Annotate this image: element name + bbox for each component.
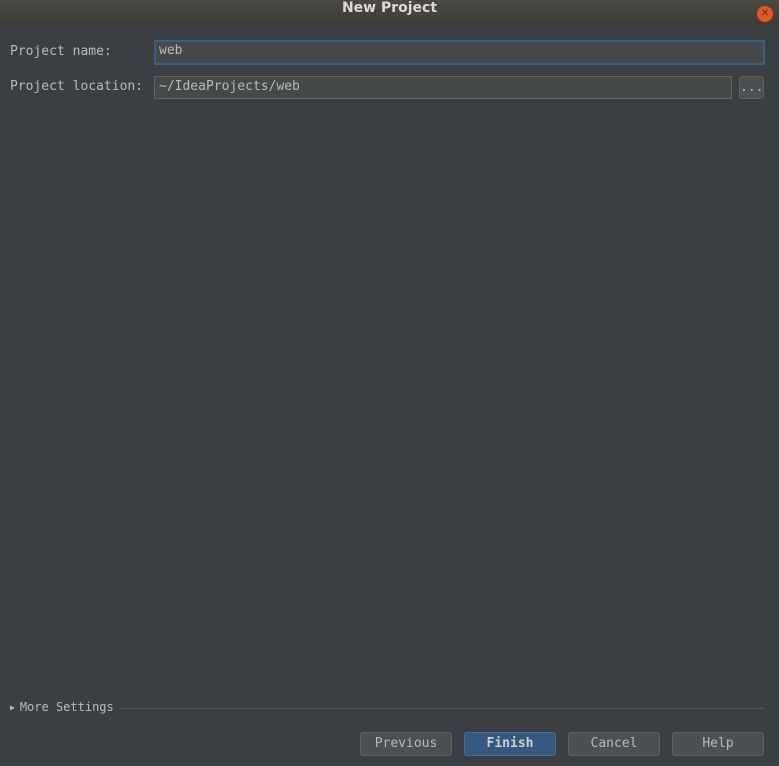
window-title: New Project [341,0,438,16]
cancel-button[interactable]: Cancel [568,732,660,756]
project-location-label: Project location: [10,79,144,94]
expand-arrow-icon: ▶ [10,702,15,712]
project-name-input[interactable]: web [154,40,765,65]
close-button[interactable]: ✕ [757,6,773,22]
more-settings-toggle[interactable]: ▶ More Settings [10,700,114,714]
project-name-label: Project name: [10,44,112,59]
browse-button[interactable]: ... [739,76,764,99]
project-location-input[interactable]: ~/IdeaProjects/web [154,76,732,99]
title-bar: New Project ✕ [0,0,779,28]
previous-button[interactable]: Previous [360,732,452,756]
close-icon: ✕ [760,8,770,19]
more-settings-label: More Settings [19,700,114,714]
finish-button[interactable]: Finish [464,732,556,756]
separator [119,708,764,709]
help-button[interactable]: Help [672,732,764,756]
